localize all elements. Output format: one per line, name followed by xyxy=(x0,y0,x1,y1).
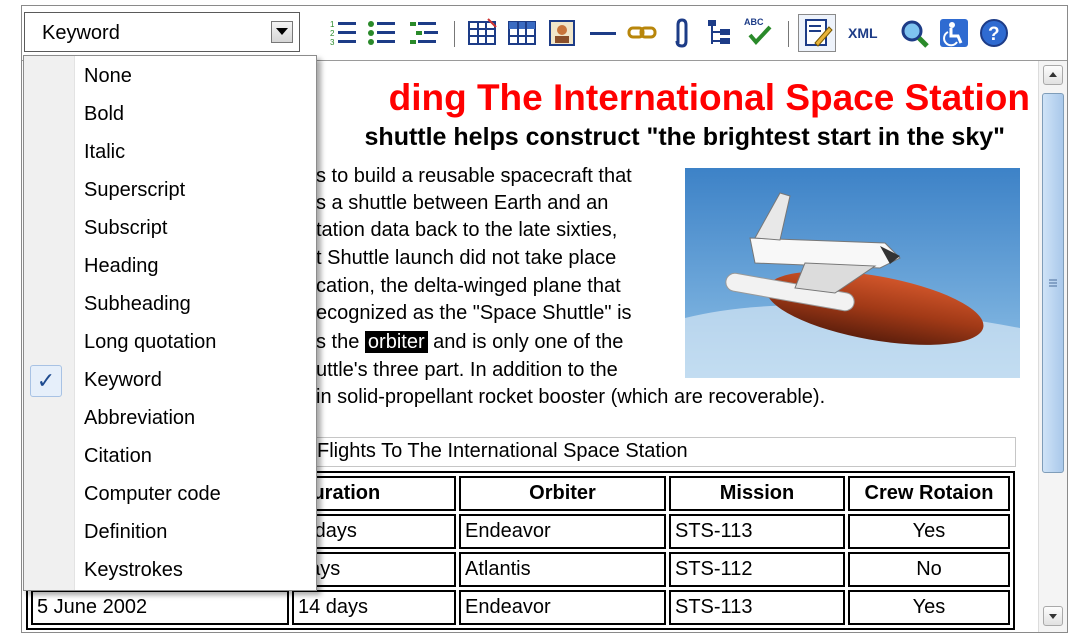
body-line: tation data back to the late sixties, xyxy=(316,219,618,241)
chevron-down-icon[interactable] xyxy=(271,21,293,43)
menu-item-keystrokes[interactable]: Keystrokes xyxy=(24,552,316,590)
toolbar-separator xyxy=(788,21,789,47)
scroll-up-button[interactable] xyxy=(1043,65,1063,85)
menu-item-subheading[interactable]: Subheading xyxy=(24,286,316,324)
svg-text:2: 2 xyxy=(330,29,335,38)
table-cell[interactable]: Endeavor xyxy=(459,514,666,549)
menu-item-label: Italic xyxy=(84,141,126,163)
checkmark-icon: ✓ xyxy=(30,365,62,397)
menu-item-label: Long quotation xyxy=(84,331,217,353)
toolbar: Keyword 1 2 3 ABC XML ? xyxy=(22,6,1067,61)
style-select-value: Keyword xyxy=(42,22,120,44)
body-line-start: s the xyxy=(316,331,360,353)
scrollbar-thumb[interactable] xyxy=(1042,93,1064,473)
indent-list-icon[interactable] xyxy=(408,17,440,49)
insert-image-icon[interactable] xyxy=(546,17,578,49)
menu-item-subscript[interactable]: Subscript xyxy=(24,210,316,248)
menu-item-label: Subscript xyxy=(84,217,168,239)
svg-text:?: ? xyxy=(988,24,1000,45)
table-cell[interactable]: No xyxy=(848,552,1010,587)
table-cell[interactable]: Atlantis xyxy=(459,552,666,587)
menu-item-label: Computer code xyxy=(84,483,221,505)
xml-icon[interactable]: XML xyxy=(848,25,878,41)
body-line: s a shuttle between Earth and an xyxy=(316,192,609,214)
menu-item-heading[interactable]: Heading xyxy=(24,248,316,286)
edit-source-button[interactable] xyxy=(798,14,836,52)
body-line-with-keyword: s the orbiter and is only one of the xyxy=(316,331,623,354)
menu-item-label: Superscript xyxy=(84,179,186,201)
table-header-cell: Crew Rotaion xyxy=(848,476,1010,511)
table-properties-icon[interactable] xyxy=(506,17,538,49)
menu-item-label: Bold xyxy=(84,103,125,125)
menu-item-bold[interactable]: Bold xyxy=(24,96,316,134)
accessibility-icon[interactable] xyxy=(938,17,970,49)
horizontal-rule-icon[interactable] xyxy=(587,17,619,49)
body-line-end: and is only one of the xyxy=(427,331,624,353)
table-header-cell: Orbiter xyxy=(459,476,666,511)
help-icon[interactable]: ? xyxy=(978,17,1010,49)
menu-item-label: Keyword xyxy=(84,369,162,391)
menu-item-superscript[interactable]: Superscript xyxy=(24,172,316,210)
attachment-icon[interactable] xyxy=(666,17,698,49)
body-line: ecognized as the "Space Shuttle" is xyxy=(316,302,632,324)
style-dropdown-menu: None Bold Italic Superscript Subscript H… xyxy=(23,55,317,591)
style-select[interactable]: Keyword xyxy=(24,12,300,52)
body-line: in solid-propellant rocket booster (whic… xyxy=(316,386,826,408)
svg-text:3: 3 xyxy=(330,38,335,47)
grip-icon xyxy=(1049,279,1057,287)
table-cell[interactable]: 5 June 2002 xyxy=(31,590,289,625)
table-cell[interactable]: STS-113 xyxy=(669,590,845,625)
svg-text:1: 1 xyxy=(330,20,335,29)
tree-icon[interactable] xyxy=(704,17,736,49)
menu-item-label: Citation xyxy=(84,445,152,467)
body-line: s to build a reusable spacecraft that xyxy=(316,165,632,187)
body-line: cation, the delta-winged plane that xyxy=(316,275,621,297)
body-line: uttle's three part. In addition to the xyxy=(316,359,618,381)
keyword-highlight[interactable]: orbiter xyxy=(364,331,428,353)
spellcheck-icon[interactable]: ABC xyxy=(742,17,774,49)
body-line: t Shuttle launch did not take place xyxy=(316,247,617,269)
chevron-up-icon xyxy=(1049,72,1057,77)
menu-item-long-quotation[interactable]: Long quotation xyxy=(24,324,316,362)
table-cell[interactable]: STS-112 xyxy=(669,552,845,587)
menu-item-label: None xyxy=(84,65,132,87)
table-cell[interactable]: Endeavor xyxy=(459,590,666,625)
menu-item-keyword[interactable]: ✓ Keyword xyxy=(24,362,316,400)
menu-item-label: Subheading xyxy=(84,293,191,315)
menu-item-label: Definition xyxy=(84,521,168,543)
table-cell[interactable]: Yes xyxy=(848,514,1010,549)
menu-item-italic[interactable]: Italic xyxy=(24,134,316,172)
space-shuttle-image xyxy=(685,168,1020,378)
preview-icon[interactable] xyxy=(898,17,930,49)
bullet-list-icon[interactable] xyxy=(366,17,398,49)
table-cell[interactable]: STS-113 xyxy=(669,514,845,549)
menu-item-label: Abbreviation xyxy=(84,407,196,429)
insert-table-icon[interactable] xyxy=(466,17,498,49)
menu-item-label: Keystrokes xyxy=(84,559,183,581)
menu-item-computer-code[interactable]: Computer code xyxy=(24,476,316,514)
chevron-down-icon xyxy=(1049,614,1057,619)
table-cell[interactable]: 14 days xyxy=(292,590,456,625)
table-caption: Flights To The International Space Stati… xyxy=(316,437,1016,467)
menu-item-definition[interactable]: Definition xyxy=(24,514,316,552)
menu-item-abbreviation[interactable]: Abbreviation xyxy=(24,400,316,438)
menu-item-citation[interactable]: Citation xyxy=(24,438,316,476)
link-icon[interactable] xyxy=(626,17,658,49)
numbered-list-icon[interactable]: 1 2 3 xyxy=(328,17,360,49)
vertical-scrollbar[interactable] xyxy=(1038,61,1067,632)
menu-item-label: Heading xyxy=(84,255,159,277)
toolbar-separator xyxy=(454,21,455,47)
edit-source-icon xyxy=(805,19,833,47)
menu-item-none[interactable]: None xyxy=(24,58,316,96)
table-row: 5 June 2002 14 days Endeavor STS-113 Yes xyxy=(31,590,1010,625)
table-header-cell: Mission xyxy=(669,476,845,511)
table-cell[interactable]: Yes xyxy=(848,590,1010,625)
scroll-down-button[interactable] xyxy=(1043,606,1063,626)
